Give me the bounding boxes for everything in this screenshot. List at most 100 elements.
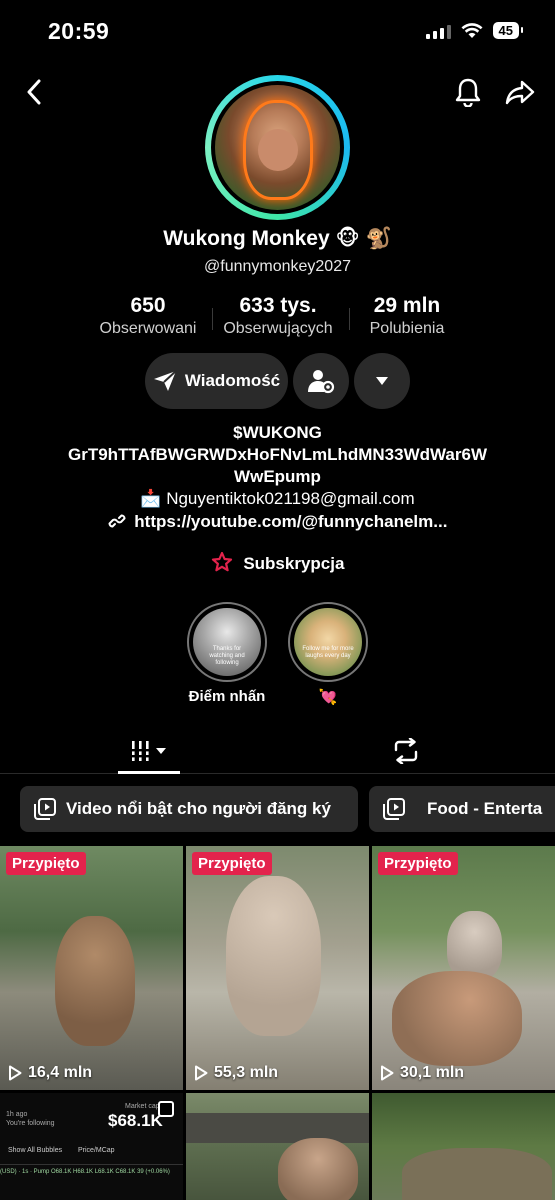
stat-label: Obserwujących [223,320,333,337]
stat-value: 29 mln [373,294,441,317]
playlist-label: Food - Enterta [427,799,543,818]
share-button[interactable] [500,72,540,112]
playlist-strip: Video nổi bật cho người đăng ký Food - E… [0,786,555,834]
bio-line: WwEpump [234,467,321,486]
video-thumbnail[interactable] [372,1093,555,1200]
monkey-figure [55,916,135,1046]
view-count-value: 55,3 mln [214,1064,279,1081]
highlight-item[interactable]: Thanks for watching and following Điểm n… [187,602,267,705]
profile-handle: @funnymonkey2027 [204,258,351,275]
bell-icon [455,78,481,107]
multi-post-icon [158,1101,174,1117]
highlight-label: 💘 [318,689,338,706]
highlight-label: Điểm nhấn [188,688,266,705]
playlist-label: Video nổi bật cho người đăng ký [66,799,331,818]
status-icons: 45 [425,22,524,39]
profile-actions: Wiadomość [0,353,555,409]
stat-followers[interactable]: 633 tys. Obserwujących [214,294,342,338]
bio-link-text: https://youtube.com/@funnychanelm... [134,512,448,531]
tab-videos[interactable] [118,728,180,774]
caret-down-icon [376,377,388,385]
manage-follow-button[interactable] [293,353,349,409]
view-count: 16,4 mln [8,1064,92,1082]
back-button[interactable] [14,72,54,112]
active-tab-indicator [118,771,180,774]
view-count-value: 16,4 mln [28,1064,93,1081]
star-icon [211,551,232,572]
highlight-caption: Thanks for watching and following [209,646,245,666]
video-grid: Przypięto 16,4 mln Przypięto 55,3 mln Pr… [0,846,555,1200]
market-cap-value: $68.1K [108,1111,163,1130]
monkey-figure [278,1138,358,1200]
highlight-ring: Follow me for more laughs every day [288,602,368,682]
bio-email: 📩 Nguyentiktok021198@gmail.com [140,489,415,508]
monkey-face [257,128,298,172]
play-icon [195,1065,208,1081]
stat-divider [349,308,350,330]
playlist-icon [34,798,56,820]
stat-value: 633 tys. [239,294,317,317]
crypto-price-mcap: Price/MCap [78,1147,115,1154]
monkey-figure [226,876,321,1036]
tab-reposts[interactable] [375,728,437,774]
subscription-label: Subskrypcja [243,554,345,573]
profile-name: Wukong Monkey 🐵 🐒 [163,227,392,250]
wooden-bench [186,1113,369,1143]
status-bar: 20:59 45 [0,0,555,64]
notifications-button[interactable] [448,72,488,112]
highlight-thumbnail: Thanks for watching and following [193,608,261,676]
content-tabs [0,728,555,774]
send-icon [153,370,177,391]
bio-link[interactable]: https://youtube.com/@funnychanelm... [0,512,555,532]
highlight-ring: Thanks for watching and following [187,602,267,682]
playlist-chip[interactable]: Video nổi bật cho người đăng ký [20,786,358,832]
playlist-chip[interactable]: Food - Enterta [369,786,555,832]
market-cap-label: Market cap [125,1103,160,1110]
video-thumbnail[interactable]: Przypięto 30,1 mln [372,846,555,1090]
wifi-icon [461,22,483,38]
crypto-divider [0,1164,183,1165]
play-icon [9,1065,22,1081]
dirt-path [402,1148,552,1200]
video-thumbnail[interactable]: Przypięto 55,3 mln [186,846,369,1090]
video-grid-icon [130,741,166,761]
crypto-time-ago: 1h ago [6,1111,28,1118]
profile-avatar[interactable] [205,75,350,220]
bio-line: GrT9hTTAfBWGRWDxHoFNvLmLhdMN33WdWar6W [68,445,487,464]
message-button-label: Wiadomość [184,371,281,390]
avatar-image [215,85,340,210]
monkey-figure [392,971,522,1066]
highlight-caption: Follow me for more laughs every day [302,646,354,659]
crypto-ticker: (USD) · 1s · Pump O68.1K H68.1K L68.1K C… [0,1169,170,1175]
chevron-left-icon [27,79,41,105]
avatar-frame [211,81,344,214]
stat-divider [212,308,213,330]
repost-icon [394,738,418,764]
video-thumbnail[interactable]: 1h ago You're following Market cap $68.1… [0,1093,183,1200]
view-count-value: 30,1 mln [400,1064,465,1081]
profile-stats: 650 Obserwowani 633 tys. Obserwujących 2… [0,294,555,344]
stat-likes[interactable]: 29 mln Polubienia [356,294,458,338]
message-button[interactable]: Wiadomość [145,353,288,409]
link-icon [108,514,126,528]
stat-value: 650 [130,294,166,317]
highlight-thumbnail: Follow me for more laughs every day [294,608,362,676]
view-count: 55,3 mln [194,1064,278,1082]
pinned-badge: Przypięto [6,852,86,875]
stat-following[interactable]: 650 Obserwowani [92,294,204,338]
playlist-icon [383,798,405,820]
user-settings-icon [308,370,335,394]
stat-label: Polubienia [369,320,445,337]
more-options-button[interactable] [354,353,410,409]
pinned-badge: Przypięto [378,852,458,875]
subscription-link[interactable]: Subskrypcja [0,551,555,574]
pinned-badge: Przypięto [192,852,272,875]
video-thumbnail[interactable]: Przypięto 16,4 mln [0,846,183,1090]
cellular-signal-icon [425,23,451,39]
clock: 20:59 [48,18,110,44]
highlight-item[interactable]: Follow me for more laughs every day 💘 [288,602,368,706]
stat-label: Obserwowani [99,320,197,337]
profile-bio: $WUKONG GrT9hTTAfBWGRWDxHoFNvLmLhdMN33Wd… [0,422,555,510]
view-count: 30,1 mln [380,1064,464,1082]
video-thumbnail[interactable] [186,1093,369,1200]
